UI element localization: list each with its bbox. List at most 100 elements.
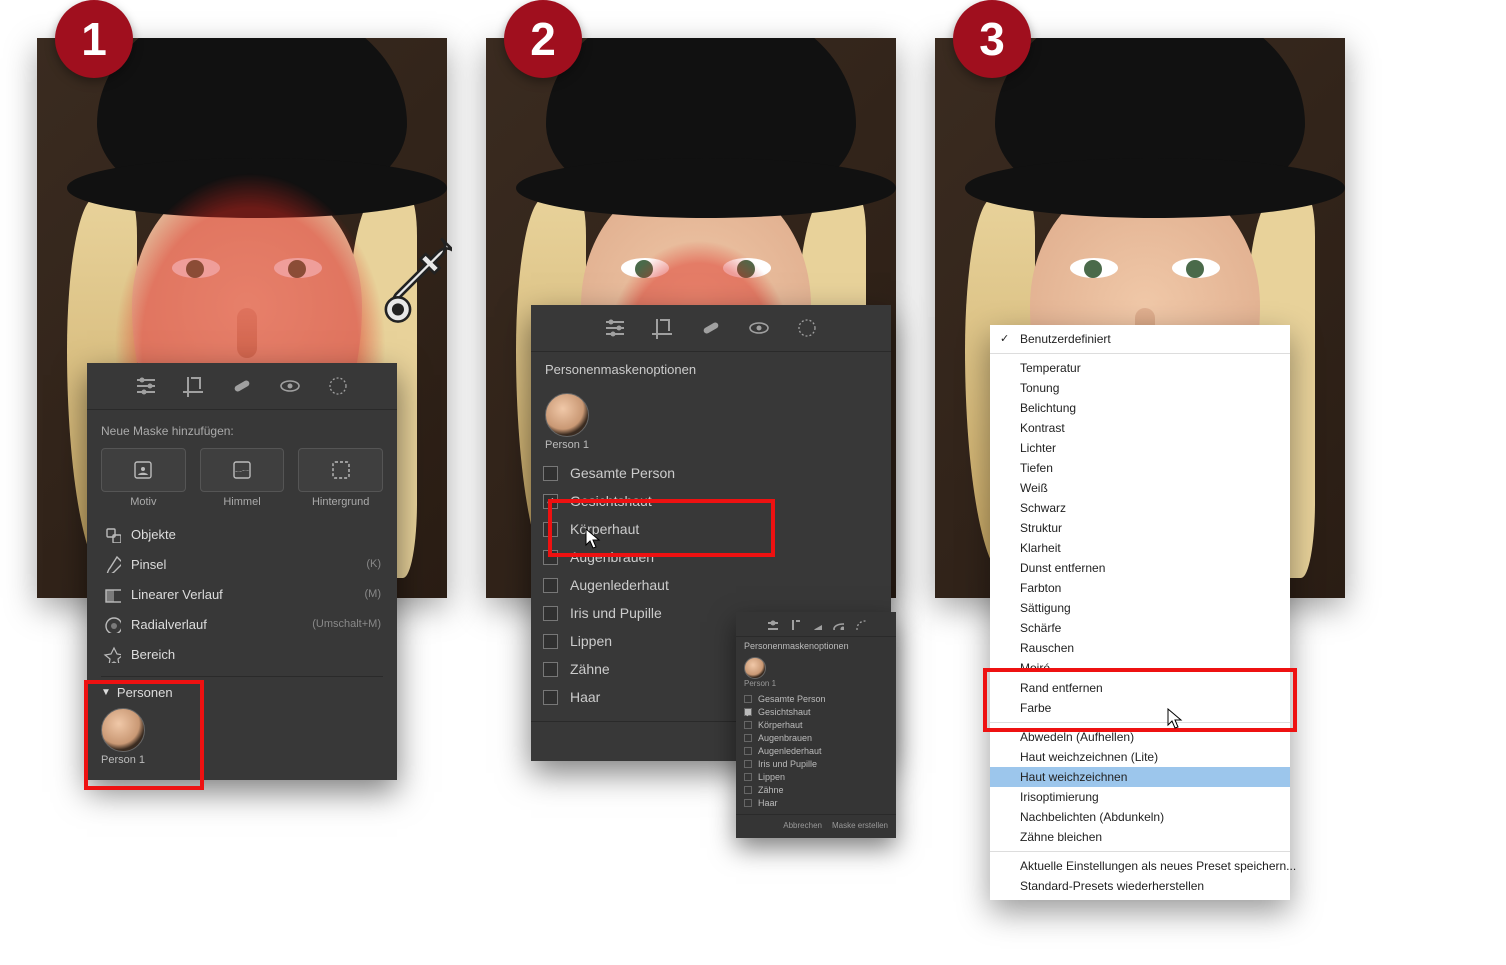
- mi-iris-enhance[interactable]: Irisoptimierung: [990, 787, 1290, 807]
- mi-saturation[interactable]: Sättigung: [990, 598, 1290, 618]
- opt-body-skin[interactable]: Körperhaut: [744, 720, 888, 730]
- tool-shortcut: (M): [365, 588, 382, 600]
- redeye-icon[interactable]: [748, 317, 770, 339]
- heal-icon[interactable]: [700, 317, 722, 339]
- mi-soften-skin[interactable]: Haut weichzeichnen: [990, 767, 1290, 787]
- cancel-button[interactable]: Abbrechen: [783, 821, 822, 830]
- tool-label: Radialverlauf: [131, 617, 207, 632]
- checkbox[interactable]: [543, 690, 558, 705]
- mi-sharpness[interactable]: Schärfe: [990, 618, 1290, 638]
- mask-type-background[interactable]: Hintergrund: [298, 448, 383, 508]
- opt-face-skin[interactable]: ✓Gesichtshaut: [744, 707, 888, 717]
- person-label: Person 1: [545, 439, 877, 451]
- crop-icon[interactable]: [183, 375, 205, 397]
- mi-blacks[interactable]: Schwarz: [990, 498, 1290, 518]
- checkbox[interactable]: [543, 466, 558, 481]
- tool-radial-gradient[interactable]: Radialverlauf (Umschalt+M): [101, 610, 383, 638]
- option-label: Augenlederhaut: [758, 746, 822, 756]
- mask-type-label: Hintergrund: [312, 496, 369, 508]
- mi-noise[interactable]: Rauschen: [990, 638, 1290, 658]
- create-mask-button[interactable]: Maske erstellen: [832, 821, 888, 830]
- option-label: Zähne: [570, 661, 610, 677]
- step-badge-1: 1: [55, 0, 133, 78]
- mi-contrast[interactable]: Kontrast: [990, 418, 1290, 438]
- mi-shadows[interactable]: Tiefen: [990, 458, 1290, 478]
- masking-icon[interactable]: [327, 375, 349, 397]
- mi-whiten-teeth[interactable]: Zähne bleichen: [990, 827, 1290, 847]
- panel-title: Personenmaskenoptionen: [531, 352, 891, 377]
- checkbox[interactable]: [543, 634, 558, 649]
- tool-label: Linearer Verlauf: [131, 587, 223, 602]
- person-avatar[interactable]: [744, 657, 766, 679]
- option-label: Augenbrauen: [758, 733, 812, 743]
- checkbox[interactable]: [543, 606, 558, 621]
- opt-eye-sclera[interactable]: Augenlederhaut: [543, 577, 879, 593]
- option-label: Augenlederhaut: [570, 577, 669, 593]
- option-label: Gesamte Person: [758, 694, 826, 704]
- add-mask-hint: Neue Maske hinzufügen:: [101, 424, 383, 438]
- mi-hue[interactable]: Farbton: [990, 578, 1290, 598]
- tool-brush[interactable]: Pinsel (K): [101, 550, 383, 578]
- option-label: Lippen: [570, 633, 612, 649]
- mi-custom[interactable]: Benutzerdefiniert: [990, 329, 1290, 349]
- mi-dehaze[interactable]: Dunst entfernen: [990, 558, 1290, 578]
- mask-type-sky[interactable]: Himmel: [200, 448, 285, 508]
- opt-whole-person[interactable]: Gesamte Person: [744, 694, 888, 704]
- mask-type-subject[interactable]: Motiv: [101, 448, 186, 508]
- redeye-icon[interactable]: [832, 618, 844, 630]
- opt-lips[interactable]: Lippen: [744, 772, 888, 782]
- top-toolbar: [87, 363, 397, 410]
- mi-texture[interactable]: Struktur: [990, 518, 1290, 538]
- tool-label: Bereich: [131, 647, 175, 662]
- option-label: Zähne: [758, 785, 784, 795]
- option-label: Gesamte Person: [570, 465, 675, 481]
- mi-exposure[interactable]: Belichtung: [990, 398, 1290, 418]
- tool-objects[interactable]: Objekte: [101, 520, 383, 548]
- opt-whole-person[interactable]: Gesamte Person: [543, 465, 879, 481]
- cursor-arrow: [585, 528, 603, 550]
- mi-save-preset[interactable]: Aktuelle Einstellungen als neues Preset …: [990, 856, 1290, 876]
- option-label: Gesichtshaut: [758, 707, 811, 717]
- redeye-icon[interactable]: [279, 375, 301, 397]
- top-toolbar: [531, 305, 891, 352]
- mi-clarity[interactable]: Klarheit: [990, 538, 1290, 558]
- mi-highlights[interactable]: Lichter: [990, 438, 1290, 458]
- opt-eyebrows[interactable]: Augenbrauen: [744, 733, 888, 743]
- option-label: Haar: [758, 798, 778, 808]
- option-label: Iris und Pupille: [758, 759, 817, 769]
- mi-burn[interactable]: Nachbelichten (Abdunkeln): [990, 807, 1290, 827]
- person-label: Person 1: [736, 679, 896, 692]
- tool-label: Objekte: [131, 527, 176, 542]
- sliders-icon[interactable]: [766, 618, 778, 630]
- masking-icon[interactable]: [796, 317, 818, 339]
- sliders-icon[interactable]: [135, 375, 157, 397]
- heal-icon[interactable]: [231, 375, 253, 397]
- highlight-box-persons: [84, 680, 204, 790]
- checkbox[interactable]: [543, 662, 558, 677]
- tool-range[interactable]: Bereich: [101, 640, 383, 668]
- crop-icon[interactable]: [788, 618, 800, 630]
- mi-soften-skin-lite[interactable]: Haut weichzeichnen (Lite): [990, 747, 1290, 767]
- tool-shortcut: (K): [366, 558, 381, 570]
- person-avatar[interactable]: [545, 393, 589, 437]
- mi-tint[interactable]: Tonung: [990, 378, 1290, 398]
- mi-temperature[interactable]: Temperatur: [990, 358, 1290, 378]
- masking-icon[interactable]: [854, 618, 866, 630]
- heal-icon[interactable]: [810, 618, 822, 630]
- opt-iris[interactable]: Iris und Pupille: [744, 759, 888, 769]
- opt-teeth[interactable]: Zähne: [744, 785, 888, 795]
- checkbox[interactable]: [543, 578, 558, 593]
- sliders-icon[interactable]: [604, 317, 626, 339]
- panel-title: Personenmaskenoptionen: [736, 637, 896, 653]
- crop-icon[interactable]: [652, 317, 674, 339]
- option-label: Haar: [570, 689, 600, 705]
- mi-restore-defaults[interactable]: Standard-Presets wiederherstellen: [990, 876, 1290, 896]
- opt-hair[interactable]: Haar: [744, 798, 888, 808]
- option-label: Körperhaut: [758, 720, 803, 730]
- mask-type-label: Motiv: [130, 496, 156, 508]
- opt-eye-sclera[interactable]: Augenlederhaut: [744, 746, 888, 756]
- mi-whites[interactable]: Weiß: [990, 478, 1290, 498]
- tool-label: Pinsel: [131, 557, 166, 572]
- tool-linear-gradient[interactable]: Linearer Verlauf (M): [101, 580, 383, 608]
- cursor-arrow: [1167, 708, 1185, 730]
